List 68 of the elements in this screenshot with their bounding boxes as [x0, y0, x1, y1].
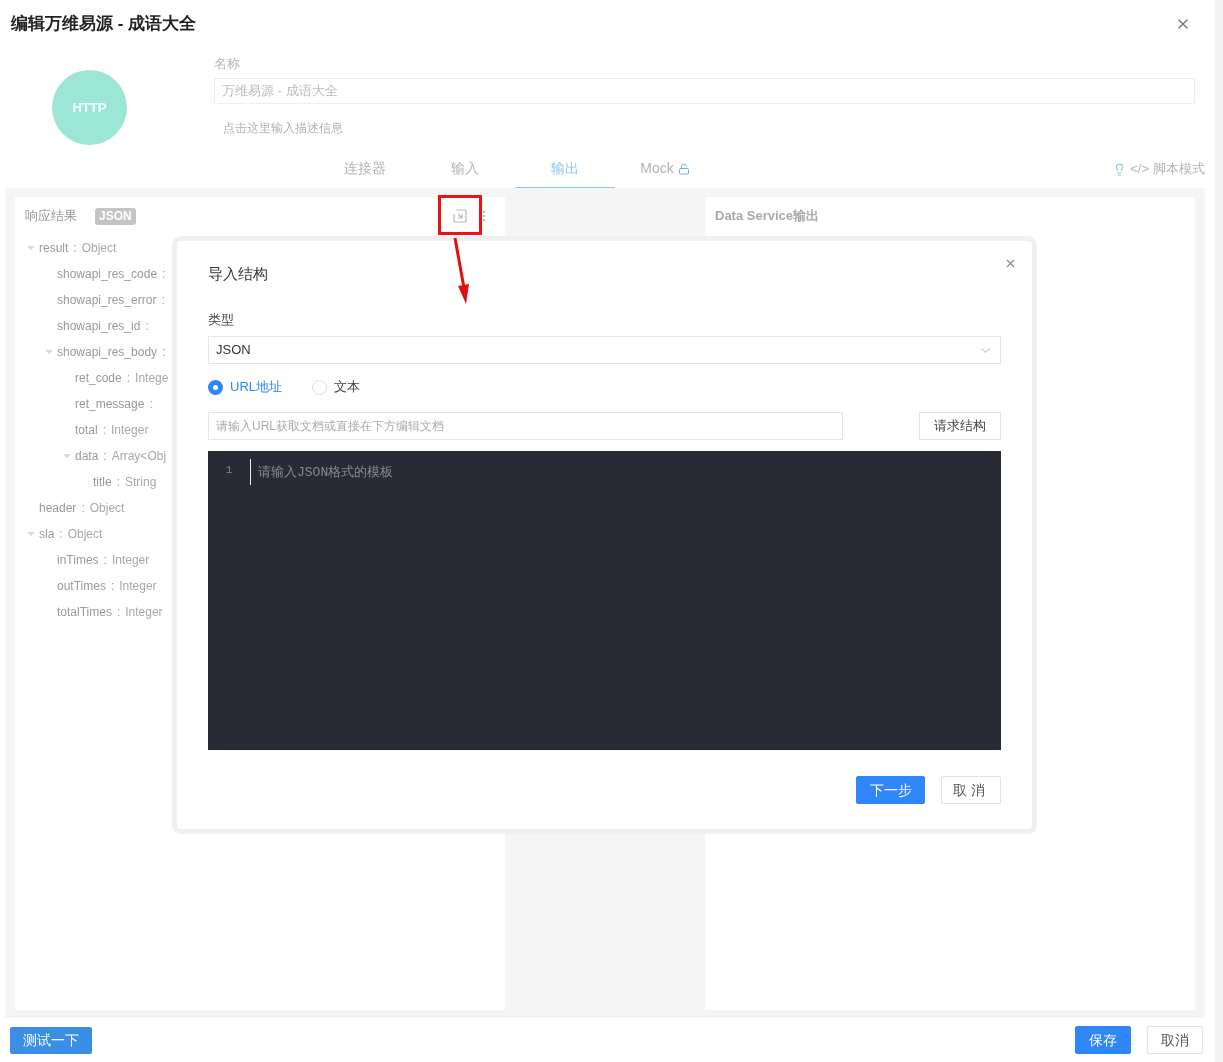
colon: :: [126, 370, 131, 387]
colon: :: [59, 526, 63, 543]
field-name: header: [39, 500, 77, 517]
field-type: Object: [81, 240, 117, 257]
field-name: title: [93, 474, 112, 491]
field-type: Object: [89, 500, 125, 517]
field-name: showapi_res_error: [57, 292, 157, 309]
line-number: 1: [225, 463, 233, 478]
fetch-button[interactable]: 请求结构: [919, 412, 1001, 440]
field-name: ret_message: [75, 396, 145, 413]
name-field[interactable]: 万维易源 - 成语大全: [214, 78, 1195, 104]
tab[interactable]: 输入: [415, 150, 515, 188]
dialog-title: 编辑万维易源 - 成语大全: [11, 13, 197, 36]
field-label: 类型: [208, 311, 235, 329]
script-mode-link[interactable]: 脚本模式: [1153, 159, 1205, 179]
field-name: inTimes: [57, 552, 99, 569]
colon: :: [110, 578, 115, 595]
url-field[interactable]: 请输入URL获取文档或直接在下方编辑文档: [208, 412, 843, 440]
field-type: Array<Obj: [111, 448, 167, 465]
panel-title: Data Service输出: [715, 207, 820, 226]
format-tag: JSON: [95, 207, 136, 225]
colon: :: [145, 318, 149, 335]
colon: :: [116, 604, 121, 621]
colon: :: [116, 474, 121, 491]
colon: :: [161, 292, 165, 309]
colon: :: [103, 448, 107, 465]
code-editor[interactable]: 1 请输入JSON格式的模板: [208, 451, 1001, 750]
field-name: total: [75, 422, 98, 439]
tab[interactable]: Mock: [615, 150, 715, 188]
type-select[interactable]: JSON: [208, 336, 1001, 364]
field-name: ret_code: [75, 370, 122, 387]
colon: :: [162, 344, 166, 361]
editor-placeholder: 请输入JSON格式的模板: [258, 465, 394, 480]
colon: :: [162, 266, 166, 283]
field-type: Object: [67, 526, 103, 543]
colon: :: [102, 422, 107, 439]
field-name: outTimes: [57, 578, 106, 595]
colon: :: [103, 552, 107, 569]
field-label: 名称: [214, 55, 241, 72]
panel-title: 响应结果: [25, 207, 77, 226]
field-name: showapi_res_code: [57, 266, 158, 283]
tab[interactable]: 连接器: [315, 150, 415, 188]
field-name: totalTimes: [57, 604, 112, 621]
field-type: String: [125, 474, 157, 491]
primary-button[interactable]: 保存: [1075, 1026, 1131, 1054]
field-name: data: [75, 448, 99, 465]
field-name: showapi_res_id: [57, 318, 141, 335]
code-glyph: </>: [1130, 160, 1149, 179]
colon: :: [81, 500, 85, 517]
test-button[interactable]: 测试一下: [10, 1026, 92, 1054]
colon: :: [73, 240, 77, 257]
field-type: Integer: [119, 578, 157, 595]
field-name: result: [39, 240, 69, 257]
http-badge: HTTP: [52, 70, 127, 145]
field-name: sla: [39, 526, 55, 543]
primary-button[interactable]: 下一步: [856, 776, 925, 804]
field-type: Integer: [111, 552, 150, 569]
description-field[interactable]: 点击这里输入描述信息: [214, 118, 514, 138]
radio-option[interactable]: URL地址: [208, 377, 282, 397]
cancel-button[interactable]: 取消: [1147, 1026, 1203, 1054]
colon: :: [149, 396, 153, 413]
field-type: Integer: [125, 604, 163, 621]
dialog-title: 导入结构: [208, 263, 268, 284]
cancel-button[interactable]: 取消: [941, 776, 1001, 804]
radio-option[interactable]: 文本: [312, 377, 360, 397]
field-type: Intege: [135, 370, 169, 387]
field-type: Integer: [111, 422, 149, 439]
field-name: showapi_res_body: [57, 344, 158, 361]
